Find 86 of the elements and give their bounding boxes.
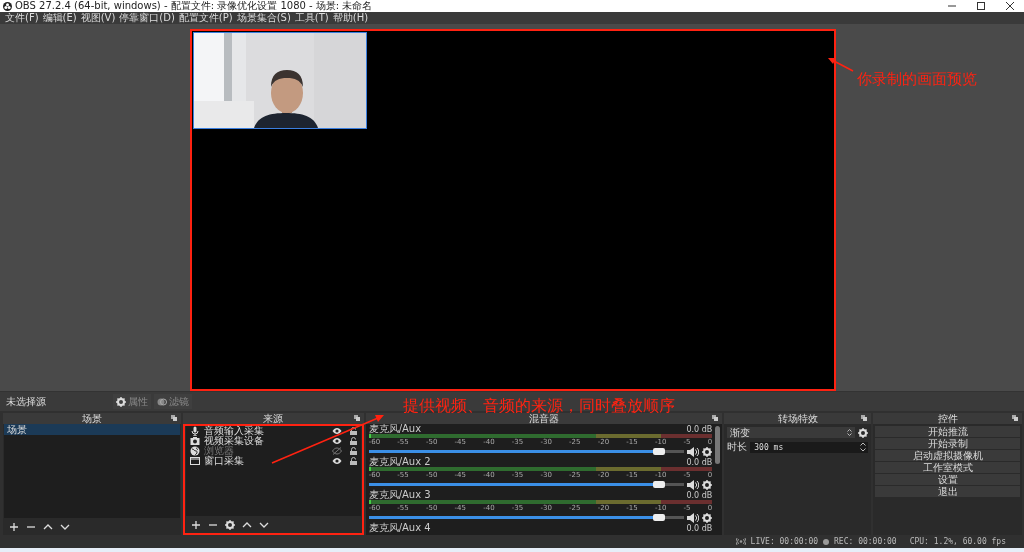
filter-icon	[157, 396, 167, 407]
menu-item[interactable]: 场景集合(S)	[236, 12, 291, 24]
record-dot-icon	[823, 538, 830, 545]
eye-icon[interactable]	[331, 457, 342, 465]
undock-icon[interactable]	[1012, 415, 1018, 421]
window-title: OBS 27.2.4 (64-bit, windows) - 配置文件: 录像优化设置 1080 - 场景: 未命名	[15, 0, 374, 12]
padlock-icon[interactable]	[349, 427, 357, 435]
control-button[interactable]: 设置	[875, 474, 1020, 485]
menu-item[interactable]: 工具(T)	[294, 12, 329, 24]
slider-thumb[interactable]	[653, 481, 666, 488]
volume-slider[interactable]	[368, 448, 685, 455]
panel-title: 场景	[81, 413, 102, 424]
control-button[interactable]: 工作室模式	[875, 462, 1020, 473]
menu-item[interactable]: 编辑(E)	[42, 12, 77, 24]
up-down-icon[interactable]	[860, 442, 867, 452]
control-button[interactable]: 开始录制	[875, 438, 1020, 449]
speaker-icon[interactable]	[687, 512, 700, 523]
source-name[interactable]: 窗口采集	[203, 456, 328, 466]
maximize-icon[interactable]	[977, 2, 985, 10]
source-name[interactable]: 浏览器	[203, 446, 328, 456]
padlock-icon[interactable]	[349, 457, 357, 465]
close-icon[interactable]	[1006, 2, 1014, 10]
undock-icon[interactable]	[353, 415, 360, 421]
gear-icon[interactable]	[858, 427, 869, 438]
globe-icon	[189, 446, 200, 456]
eye-icon[interactable]	[331, 427, 342, 435]
channel-name: 麦克风/Aux 2	[368, 457, 431, 467]
menu-item[interactable]: 配置文件(P)	[178, 12, 233, 24]
volume-reading: 0.0 dB	[686, 457, 713, 467]
panel-title: 控件	[937, 413, 958, 424]
annotation-text: 提供视频、音频的来源，同时叠放顺序	[403, 397, 675, 415]
undock-icon[interactable]	[712, 415, 719, 421]
transition-dropdown[interactable]: 渐变	[727, 427, 856, 438]
annotation-text: 你录制的画面预览	[857, 70, 977, 89]
recording-time: REC: 00:00:00	[834, 537, 897, 546]
speaker-icon[interactable]	[687, 479, 700, 490]
menu-item[interactable]: 停靠窗口(D)	[119, 12, 175, 24]
duration-label: 时长	[727, 440, 748, 454]
gear-icon[interactable]	[702, 512, 713, 523]
gear-icon	[116, 396, 126, 407]
cpu-usage: CPU: 1.2%, 60.00 fps	[909, 537, 1006, 546]
live-time: LIVE: 00:00:00	[750, 537, 819, 546]
window-icon	[189, 456, 200, 466]
menu-item[interactable]: 帮助(H)	[332, 12, 369, 24]
eye-icon[interactable]	[331, 437, 342, 445]
panel-title: 来源	[263, 413, 284, 424]
duration-field[interactable]: 300 ms	[750, 441, 869, 453]
scrollbar[interactable]	[715, 426, 721, 464]
undock-icon[interactable]	[861, 415, 868, 421]
minimize-icon[interactable]	[948, 2, 956, 10]
slider-thumb[interactable]	[653, 448, 666, 455]
volume-reading: 0.0 dB	[686, 523, 713, 533]
padlock-icon[interactable]	[349, 437, 357, 445]
panel-title: 混音器	[528, 413, 559, 424]
broadcast-icon	[735, 538, 746, 545]
volume-slider[interactable]	[368, 481, 685, 488]
control-button[interactable]: 退出	[875, 486, 1020, 497]
panel-title: 转场特效	[777, 413, 818, 424]
volume-reading: 0.0 dB	[686, 490, 713, 500]
channel-name: 麦克风/Aux	[368, 424, 422, 434]
settings-button[interactable]	[222, 518, 237, 531]
menu-item[interactable]: 文件(F)	[5, 12, 39, 24]
microphone-icon	[189, 426, 200, 436]
scene-item[interactable]: 场景	[4, 424, 180, 435]
source-name[interactable]: 视频采集设备	[203, 436, 328, 446]
control-button[interactable]: 启动虚拟摄像机	[875, 450, 1020, 461]
plus-icon	[190, 519, 201, 530]
selected-source-label: 未选择源	[6, 394, 47, 409]
speaker-icon[interactable]	[687, 446, 700, 457]
gear-icon[interactable]	[702, 479, 713, 490]
undock-icon[interactable]	[170, 415, 177, 421]
gear-icon[interactable]	[702, 446, 713, 457]
gear-icon	[224, 519, 235, 530]
menu-item[interactable]: 视图(V)	[80, 12, 116, 24]
control-button[interactable]: 开始推流	[875, 426, 1020, 437]
channel-name: 麦克风/Aux 4	[368, 523, 431, 533]
slider-thumb[interactable]	[653, 514, 666, 521]
volume-slider[interactable]	[368, 514, 685, 521]
volume-reading: 0.0 dB	[686, 424, 713, 434]
add-button[interactable]	[7, 520, 21, 533]
camera-icon	[189, 436, 200, 446]
plus-icon	[9, 521, 19, 532]
channel-name: 麦克风/Aux 3	[368, 490, 431, 500]
padlock-icon[interactable]	[349, 447, 357, 455]
up-down-icon	[847, 428, 853, 437]
source-name[interactable]: 音频输入采集	[203, 426, 328, 436]
